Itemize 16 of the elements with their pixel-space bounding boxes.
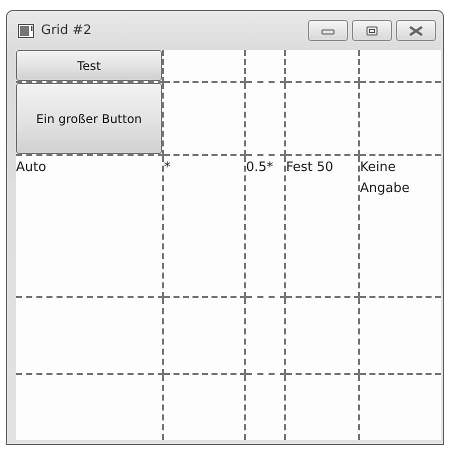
maximize-icon — [365, 26, 379, 36]
cell-label: Fest 50 — [286, 159, 334, 177]
close-button[interactable] — [396, 20, 436, 41]
grid-button[interactable]: Ein großer Button — [16, 83, 162, 154]
window-title: Grid #2 — [41, 23, 92, 38]
minimize-button[interactable] — [308, 20, 348, 41]
grid-cell — [246, 50, 286, 83]
minimize-icon — [321, 26, 335, 34]
window-icon — [18, 24, 34, 38]
close-icon — [408, 26, 424, 36]
cell-label: 0.5* — [246, 159, 274, 177]
cell-label: Auto — [16, 159, 48, 177]
grid-button[interactable]: Test — [16, 50, 162, 81]
cell-label: Keine Angabe — [360, 159, 411, 198]
maximize-button[interactable] — [352, 20, 392, 41]
cell-label: * — [164, 159, 172, 177]
